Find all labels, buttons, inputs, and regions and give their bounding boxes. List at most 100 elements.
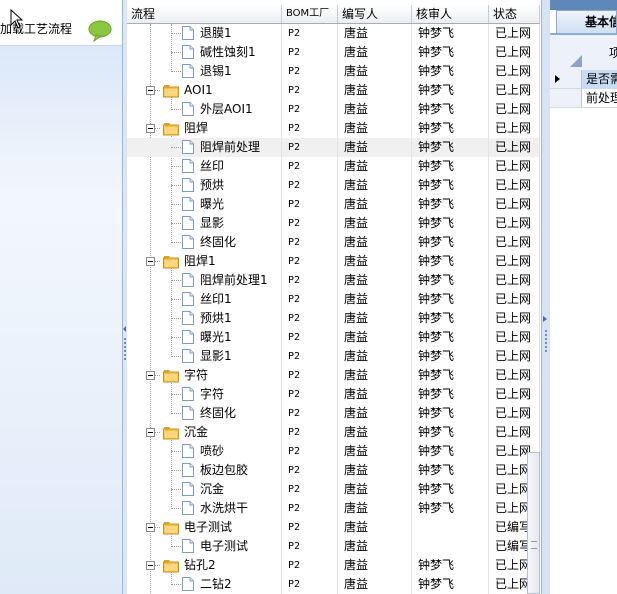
flow-name[interactable]: 阻焊1 [184, 252, 216, 271]
collapse-right-arrow-icon[interactable] [543, 316, 547, 322]
document-icon [182, 45, 194, 59]
table-row[interactable]: 预烘 P2 唐益 钟梦飞 已上网 [127, 176, 540, 195]
flow-name[interactable]: 终固化 [200, 404, 236, 423]
flow-name[interactable]: 电子测试 [184, 518, 232, 537]
property-cell[interactable]: 前处理 [582, 89, 617, 108]
column-header-author[interactable]: 编写人 [338, 5, 412, 23]
table-row[interactable]: 电子测试 P2 唐益 已编写 [127, 518, 540, 537]
property-cell[interactable]: 是否需 [582, 70, 617, 89]
expand-minus-icon[interactable] [146, 86, 155, 95]
column-header-reviewer[interactable]: 核审人 [412, 5, 489, 23]
chat-bubble-icon[interactable] [88, 20, 112, 42]
table-row[interactable]: 显影 P2 唐益 钟梦飞 已上网 [127, 214, 540, 233]
author-cell: 唐益 [338, 442, 412, 461]
tab-basic-info[interactable]: 基本信息 [556, 10, 617, 33]
flow-name[interactable]: 碱性蚀刻1 [200, 43, 256, 62]
flow-name[interactable]: 退膜1 [200, 24, 232, 43]
flow-name[interactable]: 喷砂 [200, 442, 224, 461]
bom-cell: P2 [282, 62, 338, 81]
flow-name[interactable]: 阻焊前处理1 [200, 271, 268, 290]
flow-name[interactable]: 显影 [200, 214, 224, 233]
bom-cell: P2 [282, 176, 338, 195]
table-row[interactable]: 沉金 P2 唐益 钟梦飞 已上网 [127, 423, 540, 442]
expand-minus-icon[interactable] [146, 124, 155, 133]
table-row[interactable]: 阻焊 P2 唐益 钟梦飞 已上网 [127, 119, 540, 138]
flow-name[interactable]: 电子测试 [200, 537, 248, 556]
table-row[interactable]: 字符 P2 唐益 钟梦飞 已上网 [127, 366, 540, 385]
table-row[interactable]: 水洗烘干 P2 唐益 钟梦飞 已上网 [127, 499, 540, 518]
expand-minus-icon[interactable] [146, 523, 155, 532]
table-row[interactable]: 丝印1 P2 唐益 钟梦飞 已上网 [127, 290, 540, 309]
flow-name[interactable]: 曝光1 [200, 328, 232, 347]
row-header[interactable] [550, 70, 582, 89]
column-header-bom[interactable]: BOM工厂 [282, 5, 338, 23]
author-cell: 唐益 [338, 233, 412, 252]
flow-name[interactable]: 丝印1 [200, 290, 232, 309]
column-header-status[interactable]: 状态 [489, 5, 540, 23]
flow-name[interactable]: 阻焊 [184, 119, 208, 138]
flow-name[interactable]: 退锡1 [200, 62, 232, 81]
table-row[interactable]: 碱性蚀刻1 P2 唐益 钟梦飞 已上网 [127, 43, 540, 62]
flow-name[interactable]: 字符 [200, 385, 224, 404]
flow-name[interactable]: 沉金 [200, 480, 224, 499]
table-row[interactable]: 字符 P2 唐益 钟梦飞 已上网 [127, 385, 540, 404]
folder-icon [163, 522, 179, 535]
collapse-left-arrow-icon[interactable] [123, 326, 126, 332]
column-header-flow[interactable]: 流程 [127, 5, 282, 23]
table-row[interactable]: 二钻2 P2 唐益 钟梦飞 已上网 [127, 575, 540, 594]
table-row[interactable]: 喷砂 P2 唐益 钟梦飞 已上网 [127, 442, 540, 461]
flow-name[interactable]: 预烘 [200, 176, 224, 195]
flow-name[interactable]: 字符 [184, 366, 208, 385]
table-row[interactable]: 终固化 P2 唐益 钟梦飞 已上网 [127, 404, 540, 423]
author-cell: 唐益 [338, 195, 412, 214]
expand-minus-icon[interactable] [146, 428, 155, 437]
table-row[interactable]: 钻孔2 P2 唐益 钟梦飞 已上网 [127, 556, 540, 575]
table-row[interactable]: AOI1 P2 唐益 钟梦飞 已上网 [127, 81, 540, 100]
flow-name[interactable]: 二钻2 [200, 575, 232, 594]
flow-name[interactable]: 显影1 [200, 347, 232, 366]
author-cell: 唐益 [338, 328, 412, 347]
table-row[interactable]: 丝印 P2 唐益 钟梦飞 已上网 [127, 157, 540, 176]
status-cell: 已上网 [489, 309, 540, 328]
flow-name[interactable]: 板边包胶 [200, 461, 248, 480]
table-row[interactable]: 阻焊1 P2 唐益 钟梦飞 已上网 [127, 252, 540, 271]
expand-minus-icon[interactable] [146, 371, 155, 380]
left-panel-header: 加载工艺流程 [0, 0, 122, 46]
table-row[interactable]: 外层AOI1 P2 唐益 钟梦飞 已上网 [127, 100, 540, 119]
flow-name[interactable]: 终固化 [200, 233, 236, 252]
table-row[interactable]: 阻焊前处理 P2 唐益 钟梦飞 已上网 [127, 138, 540, 157]
table-row[interactable]: 退锡1 P2 唐益 钟梦飞 已上网 [127, 62, 540, 81]
flow-name[interactable]: 曝光 [200, 195, 224, 214]
expand-minus-icon[interactable] [146, 257, 155, 266]
row-header[interactable] [550, 89, 582, 108]
bom-cell: P2 [282, 252, 338, 271]
flow-name[interactable]: 沉金 [184, 423, 208, 442]
expand-minus-icon[interactable] [146, 561, 155, 570]
table-row[interactable]: 预烘1 P2 唐益 钟梦飞 已上网 [127, 309, 540, 328]
table-row[interactable]: 终固化 P2 唐益 钟梦飞 已上网 [127, 233, 540, 252]
bom-cell: P2 [282, 43, 338, 62]
table-row[interactable]: 曝光1 P2 唐益 钟梦飞 已上网 [127, 328, 540, 347]
flow-name[interactable]: 钻孔2 [184, 556, 216, 575]
table-row[interactable]: 曝光 P2 唐益 钟梦飞 已上网 [127, 195, 540, 214]
grid-vertical-scrollbar[interactable] [527, 452, 540, 594]
flow-name[interactable]: 预烘1 [200, 309, 232, 328]
flow-name[interactable]: 水洗烘干 [200, 499, 248, 518]
table-row[interactable]: 电子测试 P2 唐益 已编写 [127, 537, 540, 556]
flow-name[interactable]: 外层AOI1 [200, 100, 253, 119]
flow-name[interactable]: 阻焊前处理 [200, 138, 260, 157]
document-icon [182, 216, 194, 230]
table-row[interactable]: 显影1 P2 唐益 钟梦飞 已上网 [127, 347, 540, 366]
document-icon [182, 387, 194, 401]
bom-cell: P2 [282, 404, 338, 423]
document-icon [182, 539, 194, 553]
table-row[interactable]: 退膜1 P2 唐益 钟梦飞 已上网 [127, 24, 540, 43]
status-cell: 已上网 [489, 252, 540, 271]
flow-cell: 终固化 [127, 233, 282, 252]
table-row[interactable]: 沉金 P2 唐益 钟梦飞 已上网 [127, 480, 540, 499]
table-row[interactable]: 阻焊前处理1 P2 唐益 钟梦飞 已上网 [127, 271, 540, 290]
flow-name[interactable]: AOI1 [184, 81, 213, 100]
reviewer-cell: 钟梦飞 [412, 271, 489, 290]
table-row[interactable]: 板边包胶 P2 唐益 钟梦飞 已上网 [127, 461, 540, 480]
flow-name[interactable]: 丝印 [200, 157, 224, 176]
